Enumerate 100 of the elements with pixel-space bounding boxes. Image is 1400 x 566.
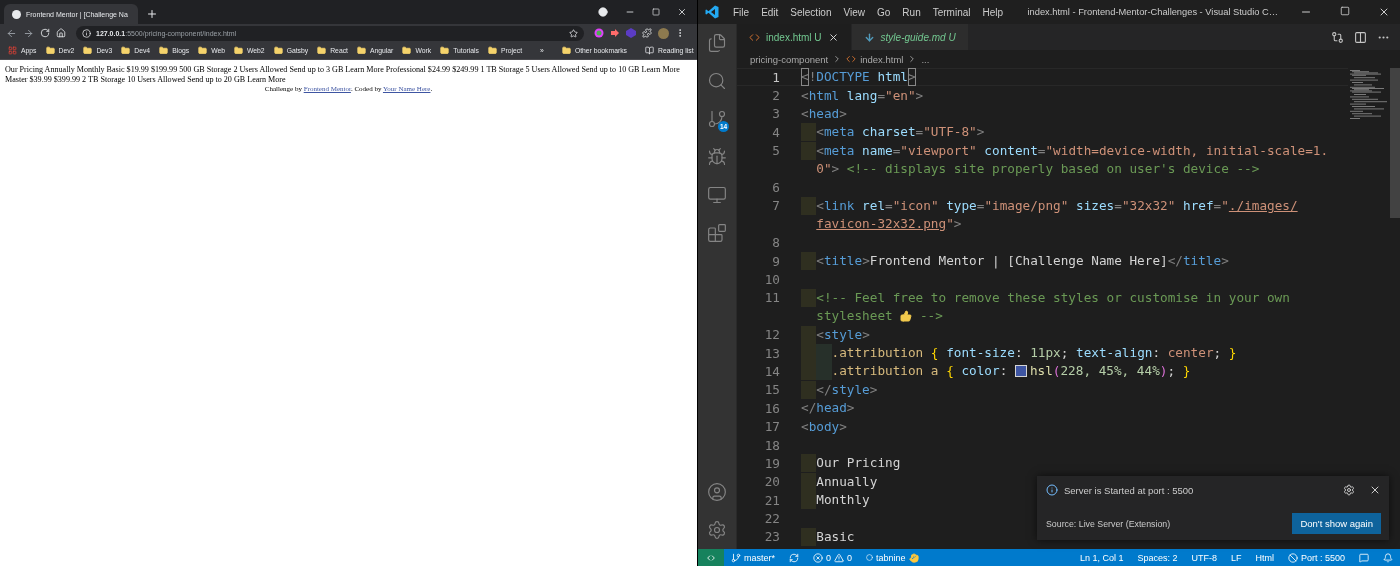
- hand-icon: [908, 552, 919, 563]
- account-icon[interactable]: [707, 482, 727, 502]
- menu-item[interactable]: File: [727, 6, 756, 18]
- settings-icon[interactable]: [1343, 484, 1355, 496]
- line-number: 6: [771, 180, 780, 196]
- cursor-position[interactable]: Ln 1, Col 1: [1072, 552, 1131, 563]
- code-line: Annually: [801, 472, 878, 491]
- code-line: Our Pricing: [801, 454, 901, 473]
- line-ending-status[interactable]: LF: [1223, 552, 1249, 563]
- close-icon[interactable]: [677, 7, 687, 17]
- files-icon[interactable]: [707, 33, 727, 53]
- compare-icon[interactable]: [1331, 30, 1344, 44]
- code-line: Monthly: [801, 491, 870, 510]
- dismiss-button[interactable]: Don't show again: [1292, 513, 1381, 534]
- line-number: 11: [763, 290, 780, 306]
- line-number: 19: [763, 455, 780, 471]
- notification-source: Source: Live Server (Extension): [1046, 518, 1172, 529]
- thumbs-up-icon: [900, 310, 913, 323]
- tabnine-status[interactable]: tabnine: [859, 552, 926, 563]
- code-line: <!DOCTYPE html>: [801, 68, 916, 87]
- line-number: 5: [771, 143, 780, 159]
- avatar-icon[interactable]: [658, 27, 669, 39]
- line-number: 18: [763, 437, 780, 453]
- breadcrumb-item[interactable]: ...: [921, 53, 930, 65]
- code-line: <link rel="icon" type="image/png" sizes="32x32" href="./images/: [801, 196, 1298, 215]
- line-number: 2: [771, 88, 780, 104]
- folder-icon: [234, 46, 243, 55]
- blocks-icon[interactable]: [707, 223, 727, 243]
- menu-item[interactable]: Terminal: [926, 6, 977, 18]
- line-number: 4: [771, 124, 780, 140]
- code-line: favicon-32x32.png">: [815, 215, 962, 234]
- code-line: <!-- Feel free to remove these styles or customise in your own: [801, 288, 1290, 307]
- warning-icon: [834, 552, 845, 563]
- split-editor-icon[interactable]: [1354, 30, 1367, 44]
- feedback-icon[interactable]: [1359, 552, 1369, 563]
- notification-message: Server is Started at port : 5500: [1064, 484, 1195, 496]
- error-icon: [813, 552, 823, 563]
- line-number: 21: [763, 492, 780, 508]
- indentation-status[interactable]: Spaces: 2: [1130, 552, 1185, 563]
- sync-icon[interactable]: [789, 552, 799, 563]
- code-line: </style>: [801, 380, 878, 399]
- breadcrumb-item[interactable]: pricing-component: [750, 53, 829, 65]
- code-line: stylesheet -->: [815, 307, 943, 326]
- line-number: 3: [771, 106, 780, 122]
- menu-item[interactable]: Help: [976, 6, 1010, 18]
- code-line: .attribution a { color: hsl(228, 45%, 44%); }: [801, 362, 1191, 381]
- bell-icon[interactable]: [1383, 552, 1393, 563]
- code-icon: [749, 31, 760, 43]
- reading-list-icon: [645, 46, 654, 55]
- close-icon[interactable]: [1369, 484, 1381, 496]
- branch-icon: [731, 552, 741, 563]
- folder-icon: [159, 46, 169, 55]
- problems-status[interactable]: 0 0: [806, 552, 860, 563]
- folder-icon: [487, 46, 497, 55]
- menu-item[interactable]: Selection: [784, 6, 838, 18]
- code-line: <head>: [801, 105, 847, 123]
- tab-search-icon[interactable]: [598, 7, 608, 17]
- scrollbar-thumb[interactable]: [1390, 68, 1400, 218]
- encoding-status[interactable]: UTF-8: [1184, 552, 1224, 563]
- folder-icon: [440, 46, 450, 55]
- line-number: 23: [763, 529, 780, 545]
- code-line: .attribution { font-size: 11px; text-align: center; }: [801, 344, 1237, 363]
- language-status[interactable]: Html: [1248, 552, 1281, 563]
- editor-tab[interactable]: index.html U: [737, 24, 852, 50]
- menu-item[interactable]: Run: [896, 6, 927, 18]
- line-number: 7: [771, 198, 780, 214]
- settings-icon[interactable]: [707, 520, 727, 540]
- maximize-icon[interactable]: [652, 8, 660, 16]
- maximize-icon[interactable]: [1340, 6, 1350, 16]
- back-icon[interactable]: [6, 27, 17, 39]
- reload-icon[interactable]: [40, 28, 50, 38]
- code-line: <body>: [801, 417, 847, 436]
- forward-icon[interactable]: [23, 27, 34, 39]
- close-icon[interactable]: [827, 31, 839, 43]
- new-tab-icon[interactable]: [146, 8, 158, 20]
- editor-tab[interactable]: style-guide.md U: [851, 24, 969, 50]
- folder-icon: [83, 46, 93, 55]
- menu-item[interactable]: Go: [871, 6, 897, 18]
- monitor-icon[interactable]: [707, 185, 727, 205]
- branch-icon[interactable]: [707, 109, 727, 129]
- bug-icon[interactable]: [707, 147, 727, 167]
- line-number: 12: [763, 327, 780, 343]
- code-line: <meta charset="UTF-8">: [801, 123, 985, 142]
- info-icon: [1046, 484, 1058, 496]
- menu-item[interactable]: Edit: [755, 6, 785, 18]
- close-icon[interactable]: [1378, 6, 1390, 18]
- home-icon[interactable]: [56, 28, 66, 38]
- line-number: 15: [763, 382, 780, 398]
- folder-icon: [402, 46, 412, 55]
- ban-icon: [1287, 552, 1298, 563]
- menu-item[interactable]: View: [837, 6, 871, 18]
- branch-status[interactable]: master*: [724, 552, 782, 563]
- line-number: 13: [763, 345, 780, 361]
- puzzle-icon[interactable]: [642, 28, 652, 38]
- port-status[interactable]: Port : 5500: [1280, 552, 1352, 563]
- code-line: Basic: [801, 527, 855, 546]
- star-icon[interactable]: [569, 28, 578, 38]
- search-icon[interactable]: [707, 71, 727, 91]
- breadcrumb-item[interactable]: index.html: [860, 53, 904, 65]
- remote-icon: [706, 552, 716, 563]
